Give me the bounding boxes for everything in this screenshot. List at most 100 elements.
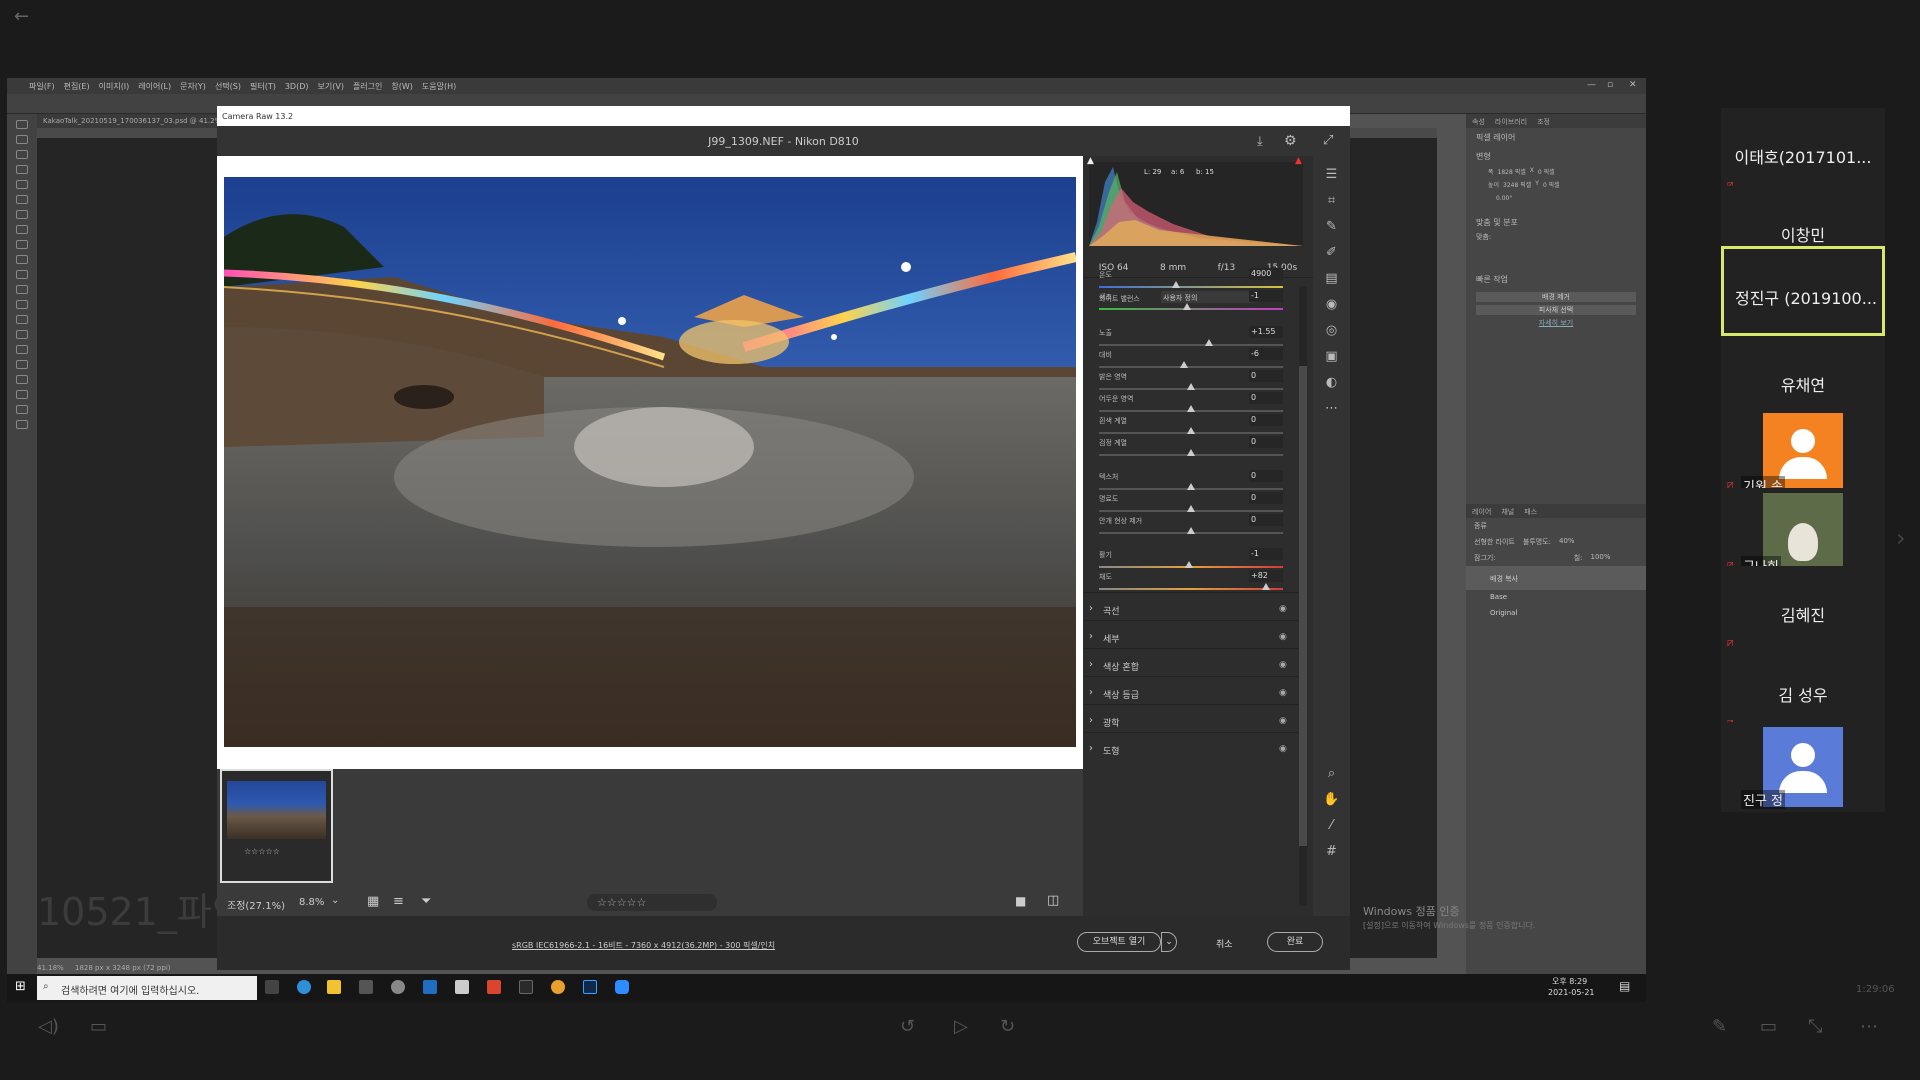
participant-tile[interactable]: 진구 정 (1721, 722, 1885, 812)
notifications-icon[interactable]: ▤ (1619, 979, 1630, 993)
participant-tile[interactable]: 이태호(2017101...🎙̸ (1721, 108, 1885, 198)
zoom-level-select[interactable]: 8.8% (299, 897, 324, 908)
shape-tool-icon[interactable] (16, 390, 28, 399)
slider-value[interactable]: 4900 (1249, 268, 1283, 280)
document-tab[interactable]: KakaoTalk_20210519_170036137_03.psd @ 41… (37, 114, 227, 128)
chevron-right-icon[interactable]: › (1089, 603, 1093, 614)
slider-knob[interactable] (1187, 449, 1195, 456)
menu-view[interactable]: 보기(V) (318, 81, 344, 92)
slider-track[interactable] (1099, 588, 1283, 590)
menu-select[interactable]: 선택(S) (215, 81, 241, 92)
zoom-app-icon[interactable] (615, 980, 629, 994)
participant-tile[interactable]: 구나희🎙̸ (1721, 488, 1885, 578)
layer-row[interactable]: Original (1466, 606, 1646, 622)
slider-knob[interactable] (1185, 561, 1194, 568)
blur-tool-icon[interactable] (16, 315, 28, 324)
cancel-button[interactable]: 취소 (1216, 937, 1233, 950)
layer-row[interactable]: Base (1466, 590, 1646, 606)
maximize-button[interactable]: ▫ (1607, 80, 1613, 90)
mail-icon[interactable] (423, 980, 437, 994)
healing-icon[interactable]: ✎ (1322, 219, 1342, 234)
chevron-right-icon[interactable]: › (1089, 743, 1093, 754)
menu-edit[interactable]: 편집(E) (64, 81, 90, 92)
forward-icon[interactable]: ↻ (1000, 1016, 1015, 1037)
play-icon[interactable]: ▷ (954, 1016, 968, 1037)
back-arrow-icon[interactable]: ← (14, 6, 29, 27)
slider-value[interactable]: 0 (1249, 370, 1283, 382)
brush-icon[interactable]: ✐ (1322, 245, 1342, 260)
tab-layers[interactable]: 레이어 (1472, 507, 1491, 516)
security-icon[interactable] (455, 980, 469, 994)
tab-paths[interactable]: 패스 (1524, 507, 1537, 516)
eye-icon[interactable]: ◉ (1279, 716, 1287, 726)
slider-knob[interactable] (1187, 383, 1195, 390)
select-subject-button[interactable]: 피사체 선택 (1476, 305, 1636, 315)
settings-icon[interactable] (391, 980, 405, 994)
angle-value[interactable]: 0.00° (1466, 192, 1646, 205)
panel-scrollbar[interactable] (1299, 286, 1307, 906)
eye-icon[interactable]: ◉ (1279, 744, 1287, 754)
chevron-down-icon[interactable]: ⌄ (331, 895, 339, 906)
red-eye-icon[interactable]: ◎ (1322, 323, 1342, 338)
slider-knob[interactable] (1187, 527, 1195, 534)
chevron-right-icon[interactable]: › (1089, 631, 1093, 642)
grid-icon[interactable]: # (1322, 844, 1342, 859)
filmstrip-toggle-icon[interactable]: ▦ (367, 894, 379, 909)
more-options-icon[interactable]: ⋯ (1860, 1016, 1878, 1037)
tab-channels[interactable]: 채널 (1501, 507, 1514, 516)
tab-libraries[interactable]: 라이브러리 (1495, 117, 1527, 126)
chevron-right-icon[interactable]: › (1089, 715, 1093, 726)
chrome-icon[interactable] (551, 980, 565, 994)
store-icon[interactable] (359, 980, 373, 994)
menu-layer[interactable]: 레이어(L) (138, 81, 171, 92)
crop-icon[interactable]: ⌗ (1322, 193, 1342, 208)
pen-tool-icon[interactable] (16, 345, 28, 354)
zoom-icon[interactable]: ⌕ (1322, 766, 1342, 781)
open-object-button[interactable]: 오브젝트 열기 (1077, 932, 1161, 952)
participant-tile[interactable]: 기원 송🎙̸ (1721, 408, 1885, 498)
photoshop-icon[interactable] (583, 980, 597, 994)
slider-track[interactable] (1099, 366, 1283, 368)
slider-value[interactable]: 0 (1249, 470, 1283, 482)
compare-view-icon[interactable]: ◫ (1047, 893, 1059, 908)
volume-icon[interactable]: ◁) (38, 1016, 59, 1037)
slider-value[interactable]: 0 (1249, 492, 1283, 504)
participant-tile[interactable]: 김혜진 🎙̸ (1721, 566, 1885, 656)
menu-file[interactable]: 파일(F) (29, 81, 55, 92)
slider-knob[interactable] (1205, 339, 1214, 346)
bridge-icon[interactable] (519, 980, 533, 994)
slider-value[interactable]: -6 (1249, 348, 1283, 360)
zoom-tool-icon[interactable] (16, 420, 28, 429)
hand-icon[interactable]: ✋ (1322, 792, 1342, 807)
width-value[interactable]: 1828 픽셀 (1498, 167, 1526, 176)
eyedropper-tool-icon[interactable] (16, 210, 28, 219)
slider-value[interactable]: -1 (1249, 290, 1283, 302)
edge-icon[interactable] (297, 980, 311, 994)
opacity-value[interactable]: 40% (1559, 537, 1575, 547)
x-value[interactable]: 0 픽셀 (1538, 167, 1555, 176)
slider-knob[interactable] (1187, 427, 1195, 434)
slider-track[interactable] (1099, 344, 1283, 346)
slider-knob[interactable] (1187, 505, 1195, 512)
linear-gradient-icon[interactable]: ▤ (1322, 271, 1342, 286)
photo-preview[interactable] (224, 177, 1076, 747)
eye-icon[interactable]: ◉ (1279, 688, 1287, 698)
menu-type[interactable]: 문자(Y) (180, 81, 206, 92)
snapshots-icon[interactable]: ▣ (1322, 349, 1342, 364)
gear-icon[interactable]: ⚙ (1284, 133, 1297, 149)
minimize-button[interactable]: — (1587, 80, 1596, 90)
slider-knob[interactable] (1172, 281, 1181, 288)
healing-tool-icon[interactable] (16, 225, 28, 234)
slider-knob[interactable] (1262, 583, 1271, 590)
powerpoint-icon[interactable] (487, 980, 501, 994)
slider-value[interactable]: 0 (1249, 392, 1283, 404)
slider-value[interactable]: 0 (1249, 514, 1283, 526)
gradient-tool-icon[interactable] (16, 300, 28, 309)
fullscreen-icon[interactable]: ⤢ (1323, 133, 1333, 148)
move-tool-icon[interactable] (16, 120, 28, 129)
tab-properties[interactable]: 속성 (1472, 117, 1485, 126)
history-brush-tool-icon[interactable] (16, 270, 28, 279)
task-view-icon[interactable] (265, 980, 279, 994)
type-tool-icon[interactable] (16, 360, 28, 369)
menu-filter[interactable]: 필터(T) (250, 81, 276, 92)
